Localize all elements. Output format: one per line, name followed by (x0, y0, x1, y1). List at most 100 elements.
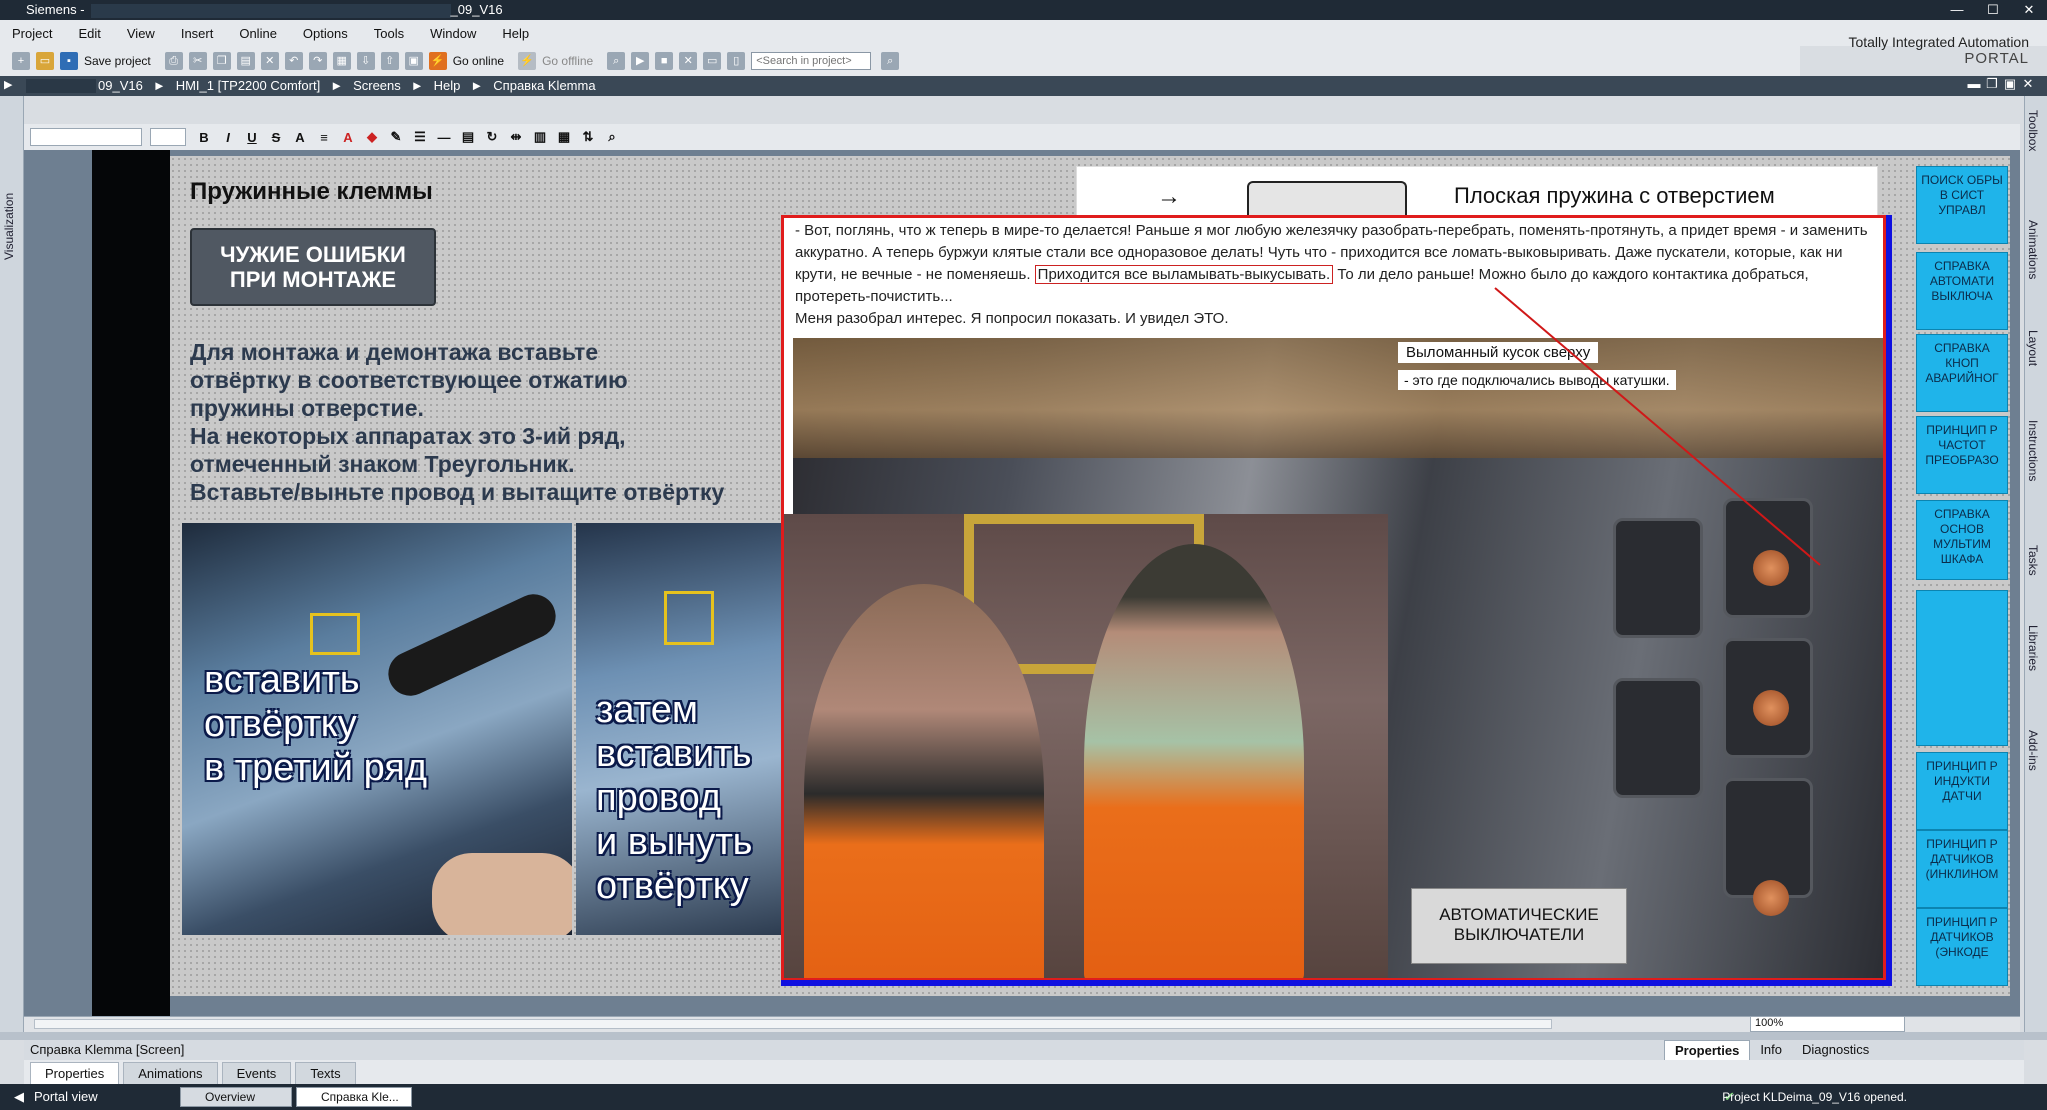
menu-view[interactable]: View (127, 26, 155, 41)
font-size-select[interactable] (150, 128, 186, 146)
line-width-icon[interactable]: ☰ (410, 129, 430, 145)
zoom-tool-icon[interactable]: ⌕ (602, 129, 622, 145)
start-cpu-icon[interactable]: ▶ (631, 52, 650, 70)
nav-button-5[interactable]: СПРАВКА ОСНОВ МУЛЬТИМ ШКАФА (1916, 500, 2008, 580)
text-size-icon[interactable]: A (290, 130, 310, 145)
screwdriver-photo-1[interactable]: вставить отвёртку в третий ряд (182, 523, 572, 935)
bold-icon[interactable]: B (194, 130, 214, 145)
tab-libraries[interactable]: Libraries (2026, 625, 2040, 671)
tab-layout[interactable]: Layout (2026, 330, 2040, 366)
open-project-icon[interactable]: ▭ (36, 52, 54, 70)
delete-icon[interactable]: ✕ (260, 52, 279, 70)
split-vertical-icon[interactable]: ▯ (727, 52, 746, 70)
menu-edit[interactable]: Edit (78, 26, 100, 41)
screwdriver-photo-2[interactable]: затем вставить провод и вынуть отвёртку (576, 523, 782, 935)
inspector-tab-properties[interactable]: Properties (1664, 1040, 1751, 1060)
group-icon[interactable]: ▦ (554, 129, 574, 145)
save-icon[interactable]: ▪ (60, 52, 78, 70)
editor-float-icon[interactable]: ❐ (1983, 76, 2001, 92)
tab-animations[interactable]: Animations (2026, 220, 2040, 279)
fill-color-icon[interactable]: ◆ (362, 129, 382, 145)
align-icon[interactable]: ≡ (314, 130, 334, 145)
nav-button-7[interactable]: ПРИНЦИП Р ИНДУКТИ ДАТЧИ (1916, 752, 2008, 830)
line-style-icon[interactable]: — (434, 130, 454, 145)
strikethrough-icon[interactable]: S (266, 130, 286, 145)
rotate-icon[interactable]: ↻ (482, 129, 502, 145)
zoom-select[interactable]: 100% (1750, 1016, 1905, 1032)
nav-button-2[interactable]: СПРАВКА АВТОМАТИ ВЫКЛЮЧА (1916, 252, 2008, 330)
line-color-icon[interactable]: ✎ (386, 129, 406, 145)
nav-button-9[interactable]: ПРИНЦИП Р ДАТЧИКОВ (ЭНКОДЕ (1916, 908, 2008, 986)
splitter[interactable] (0, 1032, 2047, 1040)
menu-online[interactable]: Online (239, 26, 277, 41)
subtab-texts[interactable]: Texts (295, 1062, 356, 1084)
same-size-icon[interactable]: ▥ (530, 129, 550, 145)
tab-tasks[interactable]: Tasks (2026, 545, 2040, 576)
menu-options[interactable]: Options (303, 26, 348, 41)
upload-icon[interactable]: ⇧ (380, 52, 399, 70)
download-icon[interactable]: ⇩ (356, 52, 375, 70)
circuit-breakers-button[interactable]: АВТОМАТИЧЕСКИЕ ВЫКЛЮЧАТЕЛИ (1411, 888, 1627, 964)
redo-icon[interactable]: ↷ (308, 52, 327, 70)
undo-icon[interactable]: ↶ (284, 52, 303, 70)
menu-window[interactable]: Window (430, 26, 476, 41)
nav-button-3[interactable]: СПРАВКА КНОП АВАРИЙНОГ (1916, 334, 2008, 412)
copy-icon[interactable]: ❐ (212, 52, 231, 70)
subtab-events[interactable]: Events (221, 1062, 292, 1084)
breadcrumb-help[interactable]: Help (434, 78, 461, 93)
foreign-errors-button[interactable]: ЧУЖИЕ ОШИБКИ ПРИ МОНТАЖЕ (190, 228, 436, 306)
portal-view-button[interactable]: Portal view (34, 1089, 98, 1104)
tab-instructions[interactable]: Instructions (2026, 420, 2040, 481)
breadcrumb-hmi[interactable]: HMI_1 [TP2200 Comfort] (176, 78, 321, 93)
close-icon[interactable]: ✕ (2011, 0, 2047, 20)
stop-cpu-icon[interactable]: ■ (655, 52, 674, 70)
cut-icon[interactable]: ✂ (188, 52, 207, 70)
go-online-icon[interactable]: ⚡ (428, 52, 447, 70)
screen-tab[interactable]: Справка Kle... (296, 1087, 412, 1107)
font-family-select[interactable] (30, 128, 142, 146)
nav-button-8[interactable]: ПРИНЦИП Р ДАТЧИКОВ (ИНКЛИНОМ (1916, 830, 2008, 908)
go-offline-icon[interactable]: ⚡ (518, 52, 537, 70)
nav-button-4[interactable]: ПРИНЦИП Р ЧАСТОТ ПРЕОБРАЗО (1916, 416, 2008, 494)
menu-insert[interactable]: Insert (181, 26, 214, 41)
go-online-button[interactable]: Go online (453, 54, 504, 68)
compile-icon[interactable]: ▦ (332, 52, 351, 70)
accessible-devices-icon[interactable]: ⌕ (607, 52, 626, 70)
overview-tab[interactable]: Overview (180, 1087, 292, 1107)
breadcrumb-screen[interactable]: Справка Klemma (493, 78, 595, 93)
inspector-tab-diagnostics[interactable]: Diagnostics (1792, 1040, 1879, 1060)
breadcrumb-project[interactable]: 09_V16 (98, 78, 143, 93)
expand-arrow-icon[interactable]: ▶ (4, 78, 12, 91)
inspector-tab-info[interactable]: Info (1750, 1040, 1792, 1060)
italic-icon[interactable]: I (218, 130, 238, 145)
distribute-icon[interactable]: ⇹ (506, 129, 526, 145)
editor-close-icon[interactable]: ✕ (2019, 76, 2037, 92)
tab-add-ins[interactable]: Add-ins (2026, 730, 2040, 771)
simulation-icon[interactable]: ▣ (404, 52, 423, 70)
print-icon[interactable]: ⎙ (164, 52, 183, 70)
cross-reference-icon[interactable]: ✕ (679, 52, 698, 70)
underline-icon[interactable]: U (242, 130, 262, 145)
save-project-button[interactable]: Save project (84, 54, 151, 68)
scrollbar-thumb[interactable] (34, 1019, 1552, 1029)
search-icon[interactable]: ⌕ (881, 52, 900, 70)
new-project-icon[interactable]: + (12, 52, 30, 70)
paste-icon[interactable]: ▤ (236, 52, 255, 70)
menu-tools[interactable]: Tools (374, 26, 404, 41)
nav-button-6[interactable] (1916, 590, 2008, 746)
subtab-properties[interactable]: Properties (30, 1062, 120, 1084)
go-offline-button[interactable]: Go offline (542, 54, 593, 68)
breadcrumb-screens[interactable]: Screens (353, 78, 401, 93)
font-color-icon[interactable]: A (338, 130, 358, 145)
menu-help[interactable]: Help (502, 26, 529, 41)
minimize-icon[interactable]: — (1939, 0, 1975, 20)
maximize-icon[interactable]: ☐ (1975, 0, 2011, 20)
align-objects-icon[interactable]: ▤ (458, 129, 478, 145)
tab-toolbox[interactable]: Toolbox (2026, 110, 2040, 151)
editor-maximize-icon[interactable]: ▣ (2001, 76, 2019, 92)
menu-project[interactable]: Project (12, 26, 52, 41)
editor-minimize-icon[interactable]: ▬ (1965, 76, 1983, 92)
visualization-tab[interactable]: Visualization (2, 170, 22, 260)
split-horizontal-icon[interactable]: ▭ (703, 52, 722, 70)
order-icon[interactable]: ⇅ (578, 129, 598, 145)
